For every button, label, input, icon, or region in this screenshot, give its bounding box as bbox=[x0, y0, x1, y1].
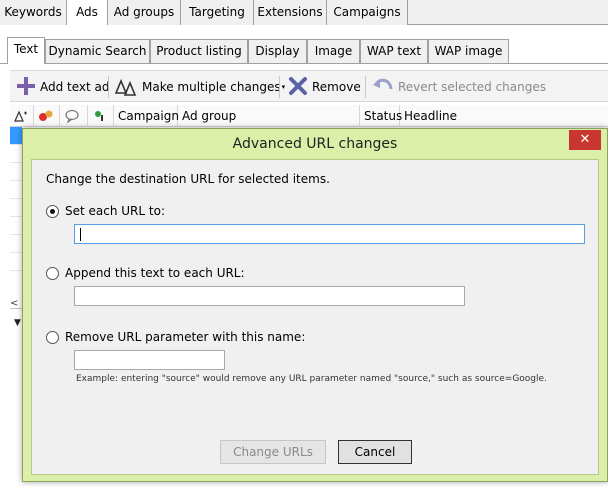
set-url-option[interactable]: Set each URL to: bbox=[46, 204, 165, 218]
subtab-product-listing[interactable]: Product listing bbox=[150, 39, 248, 63]
revert-selected-changes-label: Revert selected changes bbox=[398, 80, 547, 94]
remove-parameter-label: Remove URL parameter with this name: bbox=[65, 330, 306, 344]
add-text-ad-button[interactable]: Add text ad bbox=[16, 71, 110, 103]
table-row[interactable] bbox=[10, 199, 22, 217]
table-row[interactable] bbox=[10, 181, 22, 199]
set-url-radio[interactable] bbox=[46, 204, 59, 218]
chevron-down-icon: ▾ bbox=[281, 83, 286, 91]
table-row[interactable] bbox=[10, 145, 22, 163]
tab-ads[interactable]: Ads bbox=[67, 0, 108, 26]
text-caret bbox=[80, 228, 81, 241]
undo-icon bbox=[372, 76, 398, 99]
subtab-image[interactable]: Image bbox=[307, 39, 360, 63]
make-multiple-changes-label: Make multiple changes bbox=[142, 80, 281, 94]
toolbar-separator bbox=[279, 76, 280, 98]
top-tab-bar: Keywords Ads Ad groups Targeting Extensi… bbox=[0, 0, 608, 26]
tab-extensions[interactable]: Extensions bbox=[254, 0, 327, 25]
dialog-body: Change the destination URL for selected … bbox=[31, 159, 599, 475]
plus-icon bbox=[16, 76, 40, 99]
caret-down-icon[interactable]: ▼ bbox=[14, 318, 21, 328]
table-row[interactable] bbox=[10, 217, 22, 235]
table-row[interactable] bbox=[10, 253, 22, 271]
close-icon[interactable]: ✕ bbox=[569, 130, 601, 150]
set-url-input[interactable] bbox=[74, 224, 585, 244]
remove-label: Remove bbox=[312, 80, 361, 94]
cancel-button[interactable]: Cancel bbox=[338, 440, 412, 464]
remove-parameter-option[interactable]: Remove URL parameter with this name: bbox=[46, 330, 305, 344]
example-hint: Example: entering "source" would remove … bbox=[76, 374, 547, 384]
make-multiple-changes-button[interactable]: Make multiple changes ▾ bbox=[114, 71, 285, 103]
remove-parameter-input[interactable] bbox=[74, 350, 225, 370]
append-text-option[interactable]: Append this text to each URL: bbox=[46, 266, 245, 280]
column-status[interactable]: Status bbox=[360, 105, 402, 127]
revert-selected-changes-button[interactable]: Revert selected changes bbox=[372, 71, 546, 103]
append-text-input[interactable] bbox=[74, 286, 465, 306]
toolbar: Add text ad Make multiple changes ▾ Remo… bbox=[10, 70, 608, 102]
remove-x-icon bbox=[288, 76, 312, 99]
tab-ad-groups[interactable]: Ad groups bbox=[108, 0, 181, 25]
subtab-wap-text[interactable]: WAP text bbox=[360, 39, 428, 63]
error-column-icon[interactable] bbox=[34, 105, 60, 127]
dialog-description: Change the destination URL for selected … bbox=[46, 172, 330, 186]
subtab-divider bbox=[0, 63, 608, 64]
append-text-label: Append this text to each URL: bbox=[65, 266, 245, 280]
dialog-title: Advanced URL changes bbox=[232, 136, 398, 152]
tab-campaigns[interactable]: Campaigns bbox=[327, 0, 408, 25]
tab-targeting[interactable]: Targeting bbox=[181, 0, 254, 25]
advanced-url-changes-dialog: Advanced URL changes ✕ Change the destin… bbox=[22, 128, 608, 482]
append-text-radio[interactable] bbox=[46, 266, 59, 280]
remove-parameter-radio[interactable] bbox=[46, 330, 59, 344]
toolbar-separator bbox=[108, 76, 109, 98]
grid-header: Campaign Ad group Status Headline bbox=[10, 105, 608, 127]
comment-column-icon[interactable] bbox=[60, 105, 88, 127]
subtab-dynamic-search[interactable]: Dynamic Search bbox=[45, 39, 150, 63]
delta-icon bbox=[114, 75, 142, 100]
subtab-wap-image[interactable]: WAP image bbox=[428, 39, 509, 63]
toolbar-separator bbox=[365, 76, 366, 98]
set-url-label: Set each URL to: bbox=[65, 204, 165, 218]
add-text-ad-label: Add text ad bbox=[40, 80, 110, 94]
table-row[interactable] bbox=[10, 163, 22, 181]
tab-keywords[interactable]: Keywords bbox=[0, 0, 67, 25]
change-urls-button[interactable]: Change URLs bbox=[220, 440, 326, 464]
subtab-display[interactable]: Display bbox=[248, 39, 307, 63]
column-ad-group[interactable]: Ad group bbox=[178, 105, 360, 127]
column-headline[interactable]: Headline bbox=[400, 105, 608, 127]
remove-button[interactable]: Remove bbox=[288, 71, 361, 103]
sort-delta-icon[interactable] bbox=[10, 105, 34, 127]
subtab-text[interactable]: Text bbox=[7, 37, 45, 64]
table-row[interactable] bbox=[10, 235, 22, 253]
column-campaign[interactable]: Campaign bbox=[114, 105, 179, 127]
status-column-icon[interactable] bbox=[88, 105, 114, 127]
table-row[interactable] bbox=[10, 127, 22, 145]
